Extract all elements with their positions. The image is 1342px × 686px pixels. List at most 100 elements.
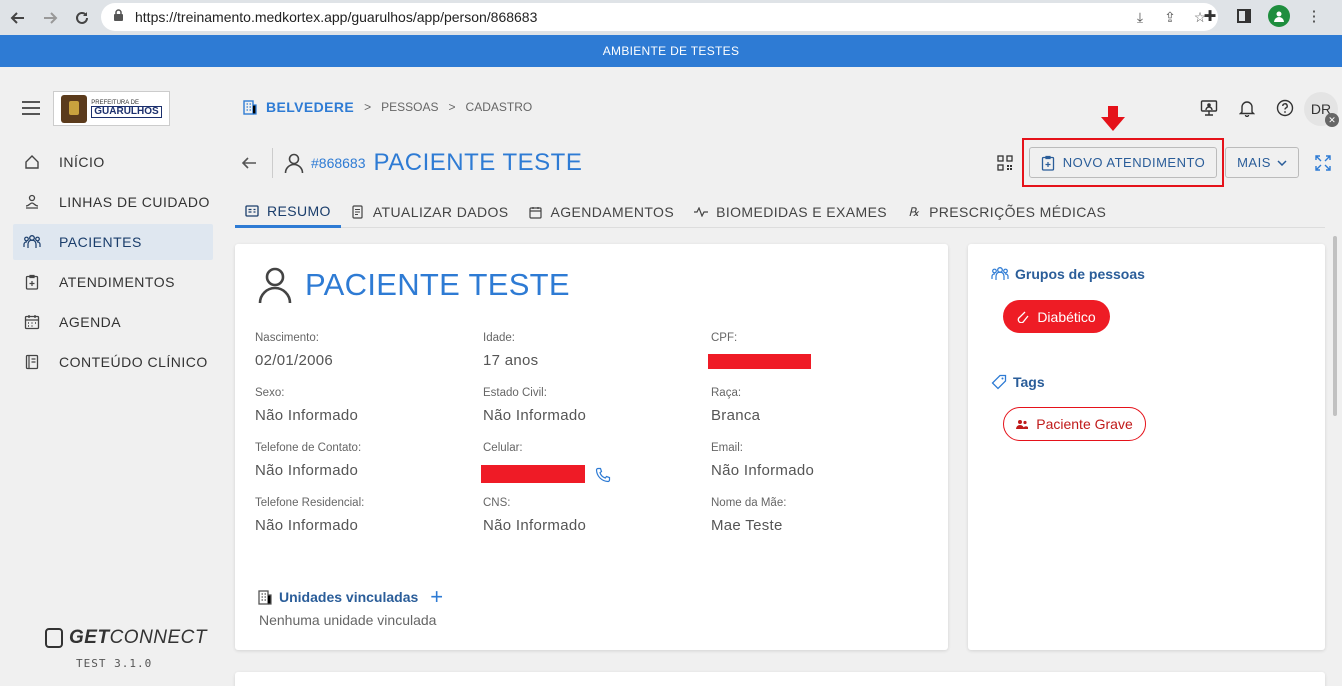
tag-icon [991,374,1007,390]
add-unidade-plus-icon[interactable]: + [430,586,443,608]
getconnect-icon [45,628,63,648]
field-raca: Raça: Branca [711,387,939,425]
prescription-rx-icon: ℞ [908,205,920,219]
tags-section-title: Tags [991,374,1045,390]
people-icon [1016,420,1029,429]
brand-bold: GET [69,627,110,648]
patient-name-large: PACIENTE TESTE [305,267,570,302]
browser-menu-icon[interactable]: ⋮ [1304,6,1324,26]
sidebar-item-label: LINHAS DE CUIDADO [59,194,210,210]
install-icon[interactable]: ⤓ [1132,9,1148,25]
title-divider [272,148,273,178]
patient-summary-card: PACIENTE TESTE Nascimento: 02/01/2006 Id… [235,244,948,650]
back-icon[interactable] [2,2,34,34]
unidades-vinculadas-section: Unidades vinculadas + [257,586,443,608]
patient-details-grid: Nascimento: 02/01/2006 Idade: 17 anos CP… [255,332,945,535]
sidebar-item-inicio[interactable]: INÍCIO [13,144,213,180]
help-icon[interactable] [1275,98,1295,118]
extensions-icon[interactable]: ✚ [1200,6,1220,26]
tab-resumo[interactable]: RESUMO [235,196,341,228]
summary-icon [245,204,259,218]
tab-biomedidas-e-exames[interactable]: BIOMEDIDAS E EXAMES [684,196,897,228]
mais-button[interactable]: MAIS [1225,147,1299,178]
tag-chip-paciente-grave[interactable]: Paciente Grave [1003,407,1146,441]
url-text: https://treinamento.medkortex.app/guarul… [135,9,538,25]
hamburger-menu-icon[interactable] [22,101,40,115]
clipboard-icon [23,273,41,291]
sidebar-item-label: PACIENTES [59,234,142,250]
browser-profile-icon[interactable] [1268,5,1290,27]
blood-drop-icon [1018,311,1029,323]
field-label: Sexo: [255,387,285,399]
novo-atendimento-button[interactable]: NOVO ATENDIMENTO [1029,147,1217,178]
sidebar-menu: INÍCIO LINHAS DE CUIDADO PACIENTES ATEND… [13,144,213,384]
guarulhos-logo[interactable]: PREFEITURA DE GUARULHOS [53,91,170,126]
field-value: Mae Teste [711,517,783,534]
sidebar-item-linhas-de-cuidado[interactable]: LINHAS DE CUIDADO [13,184,213,220]
red-arrow-annotation-icon [1101,106,1125,131]
home-icon [23,153,41,171]
back-arrow-icon[interactable] [240,153,260,173]
field-label: Nascimento: [255,332,319,344]
field-label: Nome da Mãe: [711,497,787,509]
header-actions [1199,98,1295,118]
sidebar: PREFEITURA DE GUARULHOS INÍCIO LINHAS DE… [0,67,225,686]
avatar-close-icon[interactable]: ✕ [1325,113,1339,127]
sidebar-item-pacientes[interactable]: PACIENTES [13,224,213,260]
sidebar-item-atendimentos[interactable]: ATENDIMENTOS [13,264,213,300]
forward-icon[interactable] [34,2,66,34]
pulse-icon [694,205,709,219]
patient-groups-card: Grupos de pessoas Diabético Tags Pacient… [968,244,1325,650]
tab-atualizar-dados[interactable]: ATUALIZAR DADOS [341,196,519,228]
field-label: Idade: [483,332,515,344]
field-cpf: CPF: [708,332,939,370]
building-icon [258,590,272,605]
sidebar-item-label: ATENDIMENTOS [59,274,175,290]
breadcrumb-item-pessoas[interactable]: PESSOAS [381,100,438,114]
field-telefone-residencial: Telefone Residencial: Não Informado [255,497,483,535]
side-panel-icon[interactable] [1234,6,1254,26]
field-value: Não Informado [255,462,359,479]
page-scrollbar[interactable] [1333,236,1337,416]
field-sexo: Sexo: Não Informado [255,387,483,425]
tab-label: BIOMEDIDAS E EXAMES [716,204,888,220]
patient-header: #868683 PACIENTE TESTE [240,146,582,180]
qr-code-icon[interactable] [997,155,1013,171]
field-idade: Idade: 17 anos [483,332,711,370]
address-bar[interactable]: https://treinamento.medkortex.app/guarul… [101,3,1218,31]
breadcrumb-separator: > [448,100,456,114]
bell-icon[interactable] [1237,98,1257,118]
sidebar-item-agenda[interactable]: AGENDA [13,304,213,340]
person-icon [258,267,292,304]
phone-icon[interactable] [595,467,611,483]
tag-chip-label: Paciente Grave [1036,416,1133,432]
mais-label: MAIS [1237,155,1271,170]
field-nome-mae: Nome da Mãe: Mae Teste [711,497,939,535]
field-value: Não Informado [255,517,359,534]
field-label: CPF: [711,332,738,344]
breadcrumb: BELVEDERE > PESSOAS > CADASTRO [242,99,532,115]
tab-agendamentos[interactable]: AGENDAMENTOS [519,196,685,228]
tab-label: AGENDAMENTOS [550,204,675,220]
breadcrumb-root[interactable]: BELVEDERE [242,99,354,115]
sidebar-item-label: CONTEÚDO CLÍNICO [59,354,208,370]
field-celular: Celular: [481,442,711,483]
share-icon[interactable]: ⇪ [1162,9,1178,25]
group-chip-diabetico[interactable]: Diabético [1003,300,1110,333]
fullscreen-icon[interactable] [1314,154,1332,172]
brand-rest: CONNECT [109,627,208,648]
field-value: Não Informado [711,462,815,479]
grupos-title: Grupos de pessoas [1015,266,1145,282]
tab-prescricoes-medicas[interactable]: ℞ PRESCRIÇÕES MÉDICAS [897,196,1116,228]
field-value: Não Informado [483,517,587,534]
unidades-empty-text: Nenhuma unidade vinculada [259,612,437,628]
sidebar-item-conteudo-clinico[interactable]: CONTEÚDO CLÍNICO [13,344,213,380]
breadcrumb-item-cadastro: CADASTRO [465,100,533,114]
field-cns: CNS: Não Informado [483,497,711,535]
reload-icon[interactable] [66,2,98,34]
telemedicine-icon[interactable] [1199,98,1219,118]
field-value: 17 anos [483,352,539,369]
logo-line2: GUARULHOS [91,105,162,118]
field-value-redacted [708,351,939,370]
lock-icon [113,9,127,25]
